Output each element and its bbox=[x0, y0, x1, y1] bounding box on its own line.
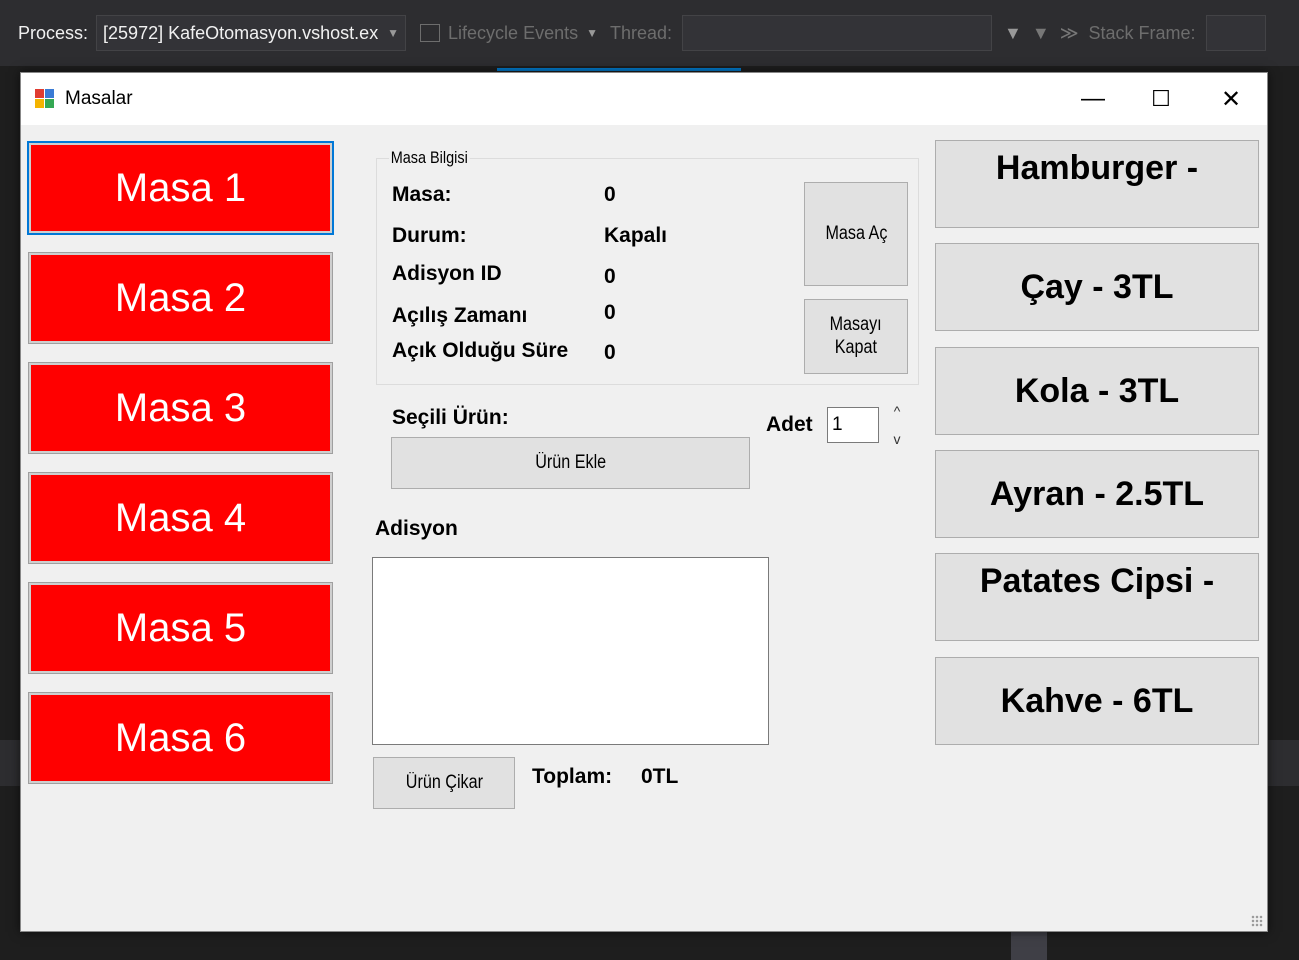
masayi-kapat-button[interactable]: Masayı Kapat bbox=[804, 299, 908, 374]
window-title: Masalar bbox=[65, 88, 133, 109]
process-label: Process: bbox=[18, 22, 89, 43]
table-button-2[interactable]: Masa 2 bbox=[28, 252, 333, 344]
vs-debug-toolbar: Process: [25972] KafeOtomasyon.vshost.ex… bbox=[0, 0, 1299, 66]
stack-frame-label: Stack Frame: bbox=[1088, 22, 1196, 43]
adet-stepper[interactable]: 1 bbox=[827, 407, 879, 443]
app-icon bbox=[35, 89, 55, 109]
close-button[interactable]: ✕ bbox=[1197, 73, 1265, 125]
acilis-zamani-value: 0 bbox=[604, 301, 616, 324]
chevron-down-icon: ▼ bbox=[387, 26, 400, 40]
durum-value: Kapalı bbox=[604, 224, 668, 247]
table-button-5[interactable]: Masa 5 bbox=[28, 582, 333, 674]
durum-label: Durum: bbox=[392, 224, 467, 247]
masa-ac-button[interactable]: Masa Aç bbox=[804, 182, 908, 286]
adet-label: Adet bbox=[766, 413, 813, 436]
vs-tab-highlight bbox=[497, 68, 741, 71]
adisyon-label: Adisyon bbox=[375, 517, 458, 540]
flag-threads-icon[interactable]: ≫ bbox=[1060, 23, 1079, 44]
table-button-3[interactable]: Masa 3 bbox=[28, 362, 333, 454]
masa-ac-label: Masa Aç bbox=[825, 222, 887, 244]
masa-value: 0 bbox=[604, 183, 616, 206]
adisyon-id-value: 0 bbox=[604, 265, 616, 288]
table-button-4[interactable]: Masa 4 bbox=[28, 472, 333, 564]
product-button-kola[interactable]: Kola - 3TL bbox=[935, 347, 1259, 435]
chevron-up-icon[interactable]: ^ bbox=[894, 403, 901, 419]
secili-urun-label: Seçili Ürün: bbox=[392, 406, 509, 429]
table-button-1[interactable]: Masa 1 bbox=[27, 141, 334, 235]
product-button-patates-cipsi[interactable]: Patates Cipsi - bbox=[935, 553, 1259, 641]
masa-label: Masa: bbox=[392, 183, 452, 206]
table-button-6[interactable]: Masa 6 bbox=[28, 692, 333, 784]
acilis-zamani-label: Açılış Zamanı bbox=[392, 304, 528, 327]
lifecycle-events-label[interactable]: Lifecycle Events bbox=[448, 23, 578, 44]
adisyon-id-label: Adisyon ID bbox=[392, 262, 502, 285]
thread-label: Thread: bbox=[609, 22, 673, 43]
urun-cikar-label: Ürün Çikar bbox=[405, 771, 483, 793]
process-value: [25972] KafeOtomasyon.vshost.exe bbox=[103, 22, 380, 43]
product-button-ayran[interactable]: Ayran - 2.5TL bbox=[935, 450, 1259, 538]
product-button-cay[interactable]: Çay - 3TL bbox=[935, 243, 1259, 331]
masalar-window: Masalar — ☐ ✕ Masa 1 Masa 2 Masa 3 Masa … bbox=[20, 72, 1268, 932]
chevron-down-icon: ▼ bbox=[586, 26, 598, 40]
product-button-kahve[interactable]: Kahve - 6TL bbox=[935, 657, 1259, 745]
urun-ekle-label: Ürün Ekle bbox=[535, 451, 606, 473]
chevron-down-icon[interactable]: v bbox=[894, 431, 901, 447]
resize-grip-icon[interactable] bbox=[1251, 915, 1263, 927]
group-legend: Masa Bilgisi bbox=[389, 148, 470, 168]
urun-cikar-button[interactable]: Ürün Çikar bbox=[373, 757, 515, 809]
masayi-kapat-label-1: Masayı bbox=[829, 313, 883, 335]
thread-combo[interactable] bbox=[682, 15, 993, 51]
adet-spin-buttons[interactable]: ^ v bbox=[887, 403, 907, 447]
masayi-kapat-label-2: Kapat bbox=[834, 336, 878, 358]
toplam-label: Toplam: bbox=[532, 765, 613, 788]
lifecycle-icon[interactable] bbox=[420, 24, 441, 42]
acik-sure-value: 0 bbox=[604, 341, 616, 364]
minimize-button[interactable]: — bbox=[1059, 73, 1127, 125]
filter-icon[interactable]: ▼ bbox=[1004, 23, 1022, 44]
product-button-hamburger[interactable]: Hamburger - bbox=[935, 140, 1259, 228]
process-combo[interactable]: [25972] KafeOtomasyon.vshost.exe ▼ bbox=[96, 15, 407, 51]
urun-ekle-button[interactable]: Ürün Ekle bbox=[391, 437, 750, 489]
adisyon-listbox[interactable] bbox=[372, 557, 769, 745]
maximize-button[interactable]: ☐ bbox=[1127, 73, 1195, 125]
acik-sure-label: Açık Olduğu Süre bbox=[392, 339, 569, 362]
title-bar[interactable]: Masalar — ☐ ✕ bbox=[21, 73, 1267, 125]
vs-background-tab bbox=[1011, 928, 1047, 960]
toplam-value: 0TL bbox=[641, 765, 679, 788]
filter-toggle-icon[interactable]: ▼ bbox=[1032, 23, 1050, 44]
stack-frame-combo[interactable] bbox=[1205, 15, 1266, 51]
